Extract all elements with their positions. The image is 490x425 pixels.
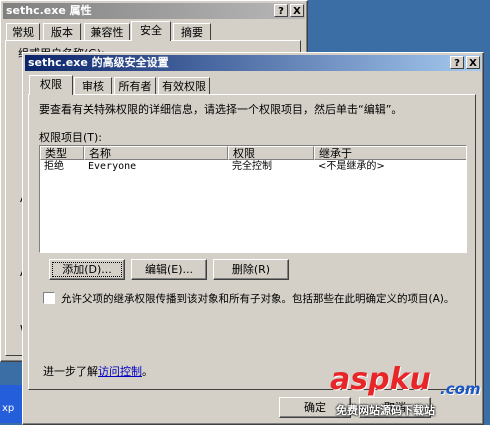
properties-titlebar: sethc.exe 属性 ? X: [3, 3, 305, 19]
column-header-permission[interactable]: 权限: [228, 146, 314, 160]
remove-button[interactable]: 删除(R): [213, 259, 289, 280]
watermark-brand: aspku: [330, 362, 431, 397]
tab-security[interactable]: 安全: [131, 21, 171, 41]
dialog-titlebar: sethc.exe 的高级安全设置 ? X: [25, 55, 481, 71]
permissions-tab-panel: 要查看有关特殊权限的详细信息，请选择一个权限项目，然后单击“编辑”。 权限项目(…: [28, 94, 476, 390]
inherit-checkbox[interactable]: [43, 292, 55, 304]
learn-more-text: 进一步了解访问控制。: [43, 363, 153, 379]
watermark-tagline: 免费网站源码下载站: [336, 404, 435, 417]
tab-owner[interactable]: 所有者: [114, 77, 156, 94]
column-header-inherited-from[interactable]: 继承于: [314, 146, 466, 160]
row-name: Everyone: [88, 161, 137, 172]
row-type: 拒绝: [44, 161, 64, 172]
table-row[interactable]: 拒绝 Everyone 完全控制 <不是继承的>: [40, 161, 466, 173]
add-button[interactable]: 添加(D)...: [49, 259, 125, 280]
instruction-text: 要查看有关特殊权限的详细信息，请选择一个权限项目，然后单击“编辑”。: [39, 103, 403, 116]
row-permission: 完全控制: [232, 161, 272, 172]
tab-compatibility[interactable]: 兼容性: [84, 23, 130, 40]
dialog-close-button[interactable]: X: [466, 56, 480, 69]
inherit-checkbox-label[interactable]: 允许父项的继承权限传播到该对象和所有子对象。包括那些在此明确定义的项目(A)。: [61, 291, 454, 306]
tab-summary[interactable]: 摘要: [173, 23, 211, 40]
learn-more-suffix: 。: [142, 365, 153, 378]
tab-permissions[interactable]: 权限: [29, 75, 73, 95]
learn-more-prefix: 进一步了解: [43, 365, 98, 378]
access-control-link[interactable]: 访问控制: [98, 365, 142, 378]
properties-help-button[interactable]: ?: [274, 4, 288, 17]
row-inherited-from: <不是继承的>: [318, 161, 385, 172]
permission-entries-label: 权限项目(T):: [39, 131, 103, 144]
column-header-name[interactable]: 名称: [84, 146, 228, 160]
dialog-title: sethc.exe 的高级安全设置: [28, 56, 169, 69]
tab-effective-permissions[interactable]: 有效权限: [158, 77, 210, 94]
column-header-type[interactable]: 类型: [40, 146, 84, 160]
tab-auditing[interactable]: 审核: [74, 77, 112, 94]
taskbar: xp: [0, 385, 24, 423]
tab-general[interactable]: 常规: [6, 23, 40, 40]
edit-button[interactable]: 编辑(E)...: [131, 259, 207, 280]
dialog-help-button[interactable]: ?: [450, 56, 464, 69]
permission-entries-list[interactable]: 类型 名称 权限 继承于 拒绝 Everyone 完全控制 <不是继承的>: [39, 145, 467, 253]
properties-close-button[interactable]: X: [290, 4, 304, 17]
taskbar-label: xp: [2, 403, 15, 414]
tab-version[interactable]: 版本: [43, 23, 81, 40]
watermark-domain: .com: [440, 380, 481, 398]
watermark-logo: aspku .com 免费网站源码下载站: [330, 362, 488, 420]
properties-title: sethc.exe 属性: [6, 4, 92, 17]
